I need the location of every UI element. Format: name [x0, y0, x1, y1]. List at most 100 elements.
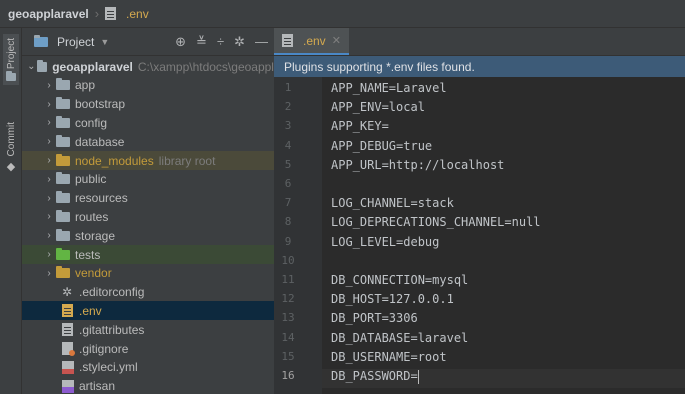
- chevron-right-icon[interactable]: ›: [42, 155, 56, 166]
- folder-icon: [56, 228, 70, 241]
- chevron-right-icon[interactable]: ›: [42, 268, 56, 279]
- code-line[interactable]: DB_USERNAME=root: [331, 350, 447, 364]
- code-line-text: LOG_LEVEL=debug: [331, 234, 440, 249]
- line-number: 11: [281, 273, 295, 286]
- hide-panel-icon[interactable]: —: [255, 34, 268, 50]
- chevron-down-icon[interactable]: ▼: [100, 37, 109, 47]
- line-number: 4: [284, 138, 292, 152]
- code-line[interactable]: DB_HOST=127.0.0.1: [331, 292, 454, 306]
- folder-icon: [56, 191, 70, 204]
- line-number: 3: [284, 119, 292, 133]
- code-line[interactable]: APP_ENV=local: [331, 100, 425, 114]
- folder-icon: [36, 59, 48, 72]
- chevron-right-icon[interactable]: ›: [42, 211, 56, 222]
- folder-icon: [56, 115, 70, 128]
- line-number: 12: [281, 292, 295, 306]
- code-line-text: LOG_DEPRECATIONS_CHANNEL=null: [331, 215, 541, 230]
- chevron-right-icon[interactable]: ›: [42, 193, 56, 204]
- gear-icon: ✲: [62, 285, 73, 300]
- code-line-text: DB_DATABASE=laravel: [331, 330, 469, 345]
- line-number: 15: [281, 349, 295, 363]
- code-line[interactable]: DB_PASSWORD=: [331, 369, 419, 384]
- chevron-right-icon[interactable]: ›: [42, 136, 56, 147]
- navigation-bar: geoapplaravel › .env: [0, 0, 685, 28]
- tree-file-label: .gitattributes: [79, 322, 145, 337]
- folder-icon: [6, 71, 16, 82]
- code-line[interactable]: LOG_CHANNEL=stack: [331, 196, 454, 210]
- chevron-down-icon[interactable]: ⌄: [26, 61, 37, 72]
- chevron-right-icon[interactable]: ›: [42, 249, 56, 260]
- code-line-text: APP_NAME=Laravel: [331, 81, 447, 95]
- tree-folder-label: bootstrap: [75, 97, 126, 112]
- commit-tool-button[interactable]: Commit ◆: [3, 118, 19, 177]
- chevron-right-icon[interactable]: ›: [42, 230, 56, 241]
- breadcrumb-project[interactable]: geoapplaravel: [8, 7, 89, 21]
- locate-file-icon[interactable]: ⊕: [175, 34, 186, 50]
- code-line[interactable]: DB_DATABASE=laravel: [331, 331, 468, 345]
- code-line[interactable]: APP_URL=http://localhost: [331, 158, 504, 172]
- tree-folder-storage[interactable]: › storage: [22, 226, 274, 245]
- code-line-text: DB_CONNECTION=mysql: [331, 273, 469, 287]
- env-file-icon: [282, 34, 293, 47]
- tree-file-dot-editorconfig[interactable]: ✲ .editorconfig: [22, 283, 274, 302]
- code-line[interactable]: LOG_LEVEL=debug: [331, 235, 439, 249]
- tree-folder-vendor[interactable]: › vendor: [22, 264, 274, 283]
- code-line[interactable]: DB_CONNECTION=mysql: [331, 273, 468, 287]
- line-number: 7: [284, 196, 292, 210]
- tree-file-label: artisan: [79, 379, 116, 394]
- tree-file-label: .env: [79, 303, 102, 318]
- folder-icon: [56, 266, 70, 279]
- chevron-right-icon[interactable]: ›: [42, 80, 56, 91]
- tree-root[interactable]: ⌄ geoapplaravel C:\xampp\htdocs\geoappl: [22, 57, 274, 76]
- tree-folder-label: app: [75, 78, 96, 93]
- code-line[interactable]: APP_DEBUG=true: [331, 139, 432, 153]
- line-number: 16: [281, 369, 295, 382]
- tree-file-artisan[interactable]: artisan: [22, 377, 274, 394]
- collapse-all-icon[interactable]: ÷: [217, 34, 224, 50]
- tree-file-label: .styleci.yml: [79, 360, 138, 375]
- project-tool-button[interactable]: Project: [3, 34, 19, 86]
- chevron-right-icon[interactable]: ›: [42, 117, 56, 128]
- tree-folder-tests[interactable]: › tests: [22, 245, 274, 264]
- tree-file-dot-gitattributes[interactable]: .gitattributes: [22, 320, 274, 339]
- plugin-notification-banner[interactable]: Plugins supporting *.env files found.: [274, 56, 685, 77]
- code-line[interactable]: APP_KEY=: [331, 119, 389, 133]
- tree-root-path: C:\xampp\htdocs\geoappl: [137, 59, 274, 74]
- banner-text: Plugins supporting *.env files found.: [284, 59, 475, 74]
- tree-folder-node-modules[interactable]: › node_modules library root: [22, 151, 274, 170]
- settings-gear-icon[interactable]: ✲: [234, 34, 245, 50]
- chevron-right-icon[interactable]: ›: [42, 174, 56, 185]
- line-number: 9: [284, 234, 292, 248]
- tree-root-label: geoapplaravel: [52, 59, 133, 74]
- code-line[interactable]: DB_PORT=3306: [331, 311, 418, 325]
- tree-file-dot-env[interactable]: .env: [22, 301, 274, 321]
- close-tab-icon[interactable]: ✕: [332, 34, 341, 47]
- tree-file-label: .gitignore: [79, 341, 129, 356]
- commit-icon: ◆: [6, 161, 16, 174]
- expand-all-icon[interactable]: ≚: [196, 34, 207, 50]
- tree-folder-bootstrap[interactable]: › bootstrap: [22, 95, 274, 114]
- tree-file-dot-gitignore[interactable]: .gitignore: [22, 339, 274, 358]
- code-line[interactable]: APP_NAME=Laravel: [331, 81, 447, 95]
- tree-folder-config[interactable]: › config: [22, 113, 274, 132]
- tree-folder-routes[interactable]: › routes: [22, 207, 274, 226]
- file-icon: [62, 304, 73, 318]
- code-line[interactable]: LOG_DEPRECATIONS_CHANNEL=null: [331, 215, 541, 229]
- project-panel-toolbar: ⊕ ≚ ÷ ✲ —: [175, 34, 268, 50]
- env-file-icon: [105, 7, 117, 20]
- code-line-text: DB_PORT=3306: [331, 311, 418, 326]
- folder-icon: [56, 153, 70, 166]
- tool-window-strip: Project Commit ◆: [0, 28, 22, 394]
- tab-env[interactable]: .env ✕: [274, 28, 349, 55]
- tree-folder-public[interactable]: › public: [22, 170, 274, 189]
- code-line-text: APP_DEBUG=true: [331, 138, 433, 153]
- project-view-selector[interactable]: Project: [57, 35, 94, 49]
- tree-folder-database[interactable]: › database: [22, 132, 274, 151]
- breadcrumb-file[interactable]: .env: [126, 7, 149, 21]
- tree-file-dot-styleci-yml[interactable]: .styleci.yml: [22, 358, 274, 377]
- git-file-icon: [62, 342, 75, 356]
- code-line-text: APP_URL=http://localhost: [331, 157, 505, 172]
- tree-folder-app[interactable]: › app: [22, 76, 274, 95]
- tree-folder-resources[interactable]: › resources: [22, 189, 274, 208]
- chevron-right-icon[interactable]: ›: [42, 99, 56, 110]
